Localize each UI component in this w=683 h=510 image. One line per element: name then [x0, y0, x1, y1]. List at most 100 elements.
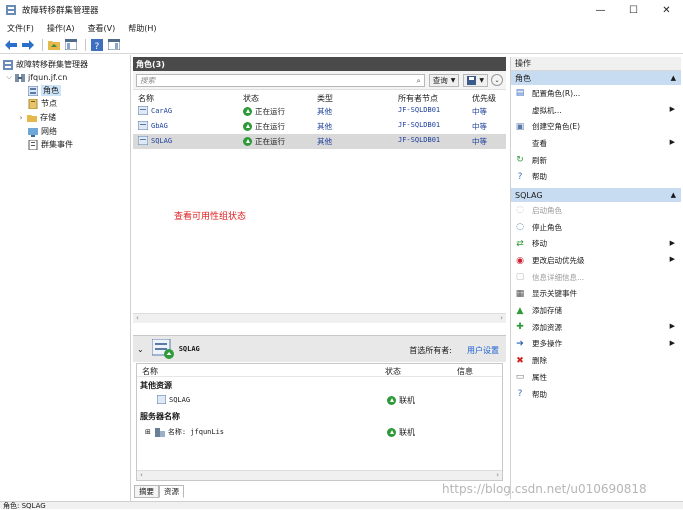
- annotation-text: 查看可用性组状态: [174, 212, 247, 222]
- properties-icon: ▭: [515, 372, 525, 383]
- action-item[interactable]: ✖ 删除: [511, 352, 681, 369]
- collapse-detail-icon[interactable]: ⌄: [137, 345, 144, 354]
- col-header-type[interactable]: 类型: [317, 93, 333, 104]
- search-row: 搜索 ⌕ 查询 ▼ ▼ ⌄: [133, 71, 506, 90]
- scroll-right-icon[interactable]: ›: [496, 471, 499, 479]
- col-header-priority[interactable]: 优先级: [472, 93, 496, 104]
- table-row[interactable]: SQLAG 正在运行 其他 JF-SQLDB01 中等: [133, 134, 506, 149]
- maximize-button[interactable]: ☐: [617, 0, 650, 20]
- resource-name: SQLAG: [169, 395, 191, 404]
- actions-section-roles[interactable]: 角色 ▲: [511, 71, 681, 85]
- tab-summary[interactable]: 摘要: [134, 485, 159, 498]
- role-owner: JF-SQLDB01: [398, 121, 441, 129]
- col-header-name[interactable]: 名称: [138, 93, 154, 104]
- query-button[interactable]: 查询 ▼: [428, 73, 460, 87]
- help-toolbar-button[interactable]: ?: [90, 38, 104, 52]
- action-label: 创建空角色(E): [532, 122, 581, 132]
- action-label: 更多操作: [532, 339, 562, 349]
- res-col-info[interactable]: 信息: [457, 366, 473, 377]
- minimize-button[interactable]: —: [584, 0, 617, 20]
- menu-file[interactable]: 文件(F): [7, 23, 34, 34]
- action-item[interactable]: ? 帮助: [511, 386, 681, 403]
- action-item[interactable]: 虚拟机... ▶: [511, 102, 681, 119]
- tree-cluster[interactable]: ⌵ jfqun.jf.cn: [5, 71, 67, 84]
- table-row[interactable]: CarAG 正在运行 其他 JF-SQLDB01 中等: [133, 104, 506, 119]
- tree-item-roles[interactable]: 角色: [28, 84, 61, 97]
- action-item[interactable]: ? 帮助: [511, 168, 681, 185]
- status-bar: 角色: SQLAG: [0, 501, 683, 510]
- resource-icon: [157, 395, 166, 404]
- action-label: 移动: [532, 239, 547, 249]
- back-button[interactable]: [4, 38, 18, 52]
- scroll-left-icon[interactable]: ‹: [140, 471, 143, 479]
- action-item[interactable]: ◌ 停止角色: [511, 219, 681, 236]
- search-input[interactable]: 搜索 ⌕: [136, 73, 425, 87]
- col-header-owner[interactable]: 所有者节点: [398, 93, 438, 104]
- action-label: 停止角色: [532, 222, 562, 232]
- resources-horizontal-scrollbar[interactable]: ‹ ›: [137, 470, 502, 480]
- action-item[interactable]: ◉ 更改启动优先级 ▶: [511, 252, 681, 269]
- action-item[interactable]: ▦ 显示关键事件: [511, 286, 681, 303]
- resource-group-header: 其他资源: [137, 377, 502, 392]
- collapse-up-icon[interactable]: ▲: [671, 74, 676, 82]
- action-item[interactable]: ⇄ 移动 ▶: [511, 236, 681, 253]
- expand-icon[interactable]: ⊞: [145, 428, 151, 436]
- res-col-name[interactable]: 名称: [142, 366, 158, 377]
- action-item[interactable]: ➔ 更多操作 ▶: [511, 336, 681, 353]
- menu-view[interactable]: 查看(V): [88, 23, 116, 34]
- add-storage-icon: ▲: [516, 305, 524, 316]
- close-button[interactable]: ✕: [650, 0, 683, 20]
- show-action-pane-button[interactable]: [107, 38, 121, 52]
- window-title: 故障转移群集管理器: [22, 6, 99, 16]
- action-item[interactable]: 查看 ▶: [511, 135, 681, 152]
- role-status: 正在运行: [255, 122, 285, 131]
- search-icon[interactable]: ⌕: [417, 76, 421, 86]
- actions-pane: 操作 角色 ▲ ▤ 配置角色(R)... 虚拟机... ▶ ▣ 创建空角色(E) 查看 ▶ ↻ 刷…: [510, 57, 681, 499]
- expand-options-button[interactable]: ⌄: [491, 74, 503, 86]
- save-query-button[interactable]: ▼: [463, 73, 488, 87]
- action-item[interactable]: ▣ 创建空角色(E): [511, 118, 681, 135]
- res-col-status[interactable]: 状态: [385, 366, 401, 377]
- scroll-left-icon[interactable]: ‹: [136, 314, 139, 322]
- submenu-arrow-icon: ▶: [669, 338, 675, 347]
- action-item[interactable]: ▤ 配置角色(R)...: [511, 85, 681, 102]
- table-row[interactable]: GbAG 正在运行 其他 JF-SQLDB01 中等: [133, 119, 506, 134]
- action-item[interactable]: ✚ 添加资源 ▶: [511, 319, 681, 336]
- stop-role-icon: ◌: [516, 222, 524, 233]
- col-header-status[interactable]: 状态: [243, 93, 259, 104]
- tree-root[interactable]: 故障转移群集管理器: [3, 58, 88, 71]
- horizontal-scrollbar[interactable]: ‹ ›: [133, 313, 506, 323]
- actions-section-sqlag[interactable]: SQLAG ▲: [511, 188, 681, 203]
- action-item[interactable]: ◌ 启动角色: [511, 202, 681, 219]
- resource-row[interactable]: SQLAG 联机: [137, 392, 502, 409]
- preferred-owner-link[interactable]: 用户设置: [467, 345, 499, 356]
- collapse-icon[interactable]: ⌵: [5, 73, 13, 82]
- resource-row[interactable]: ⊞ 名称: jfqunLis 联机: [137, 424, 502, 441]
- roles-pane-header: 角色(3): [133, 57, 506, 71]
- action-item[interactable]: ▭ 属性: [511, 369, 681, 386]
- menu-help[interactable]: 帮助(H): [128, 23, 156, 34]
- role-icon: [138, 106, 148, 115]
- refresh-icon: ↻: [516, 155, 524, 166]
- critical-events-icon: ▦: [515, 288, 525, 299]
- scroll-right-icon[interactable]: ›: [500, 314, 503, 322]
- tree-item-storage[interactable]: › 存储: [17, 111, 56, 124]
- action-item[interactable]: ▲ 添加存储: [511, 302, 681, 319]
- show-tree-button[interactable]: [64, 38, 78, 52]
- roles-grid-header: 名称 状态 类型 所有者节点 优先级: [133, 90, 506, 104]
- tree-item-networks[interactable]: 网络: [28, 125, 57, 138]
- folder-icon: [48, 41, 60, 50]
- up-folder-button[interactable]: [47, 38, 61, 52]
- action-item[interactable]: ↻ 刷新: [511, 152, 681, 169]
- action-label: 帮助: [532, 389, 547, 399]
- empty-role-icon: ▣: [515, 121, 525, 132]
- forward-button[interactable]: [21, 38, 35, 52]
- collapse-up-icon[interactable]: ▲: [671, 191, 676, 199]
- tab-resources[interactable]: 资源: [159, 485, 184, 498]
- menu-action[interactable]: 操作(A): [47, 23, 75, 34]
- submenu-arrow-icon: ▶: [669, 104, 675, 113]
- tree-item-cluster-events[interactable]: 群集事件: [28, 138, 73, 151]
- action-item[interactable]: ▢ 信息详细信息...: [511, 269, 681, 286]
- tree-item-nodes[interactable]: 节点: [28, 97, 57, 110]
- expand-icon[interactable]: ›: [17, 114, 25, 122]
